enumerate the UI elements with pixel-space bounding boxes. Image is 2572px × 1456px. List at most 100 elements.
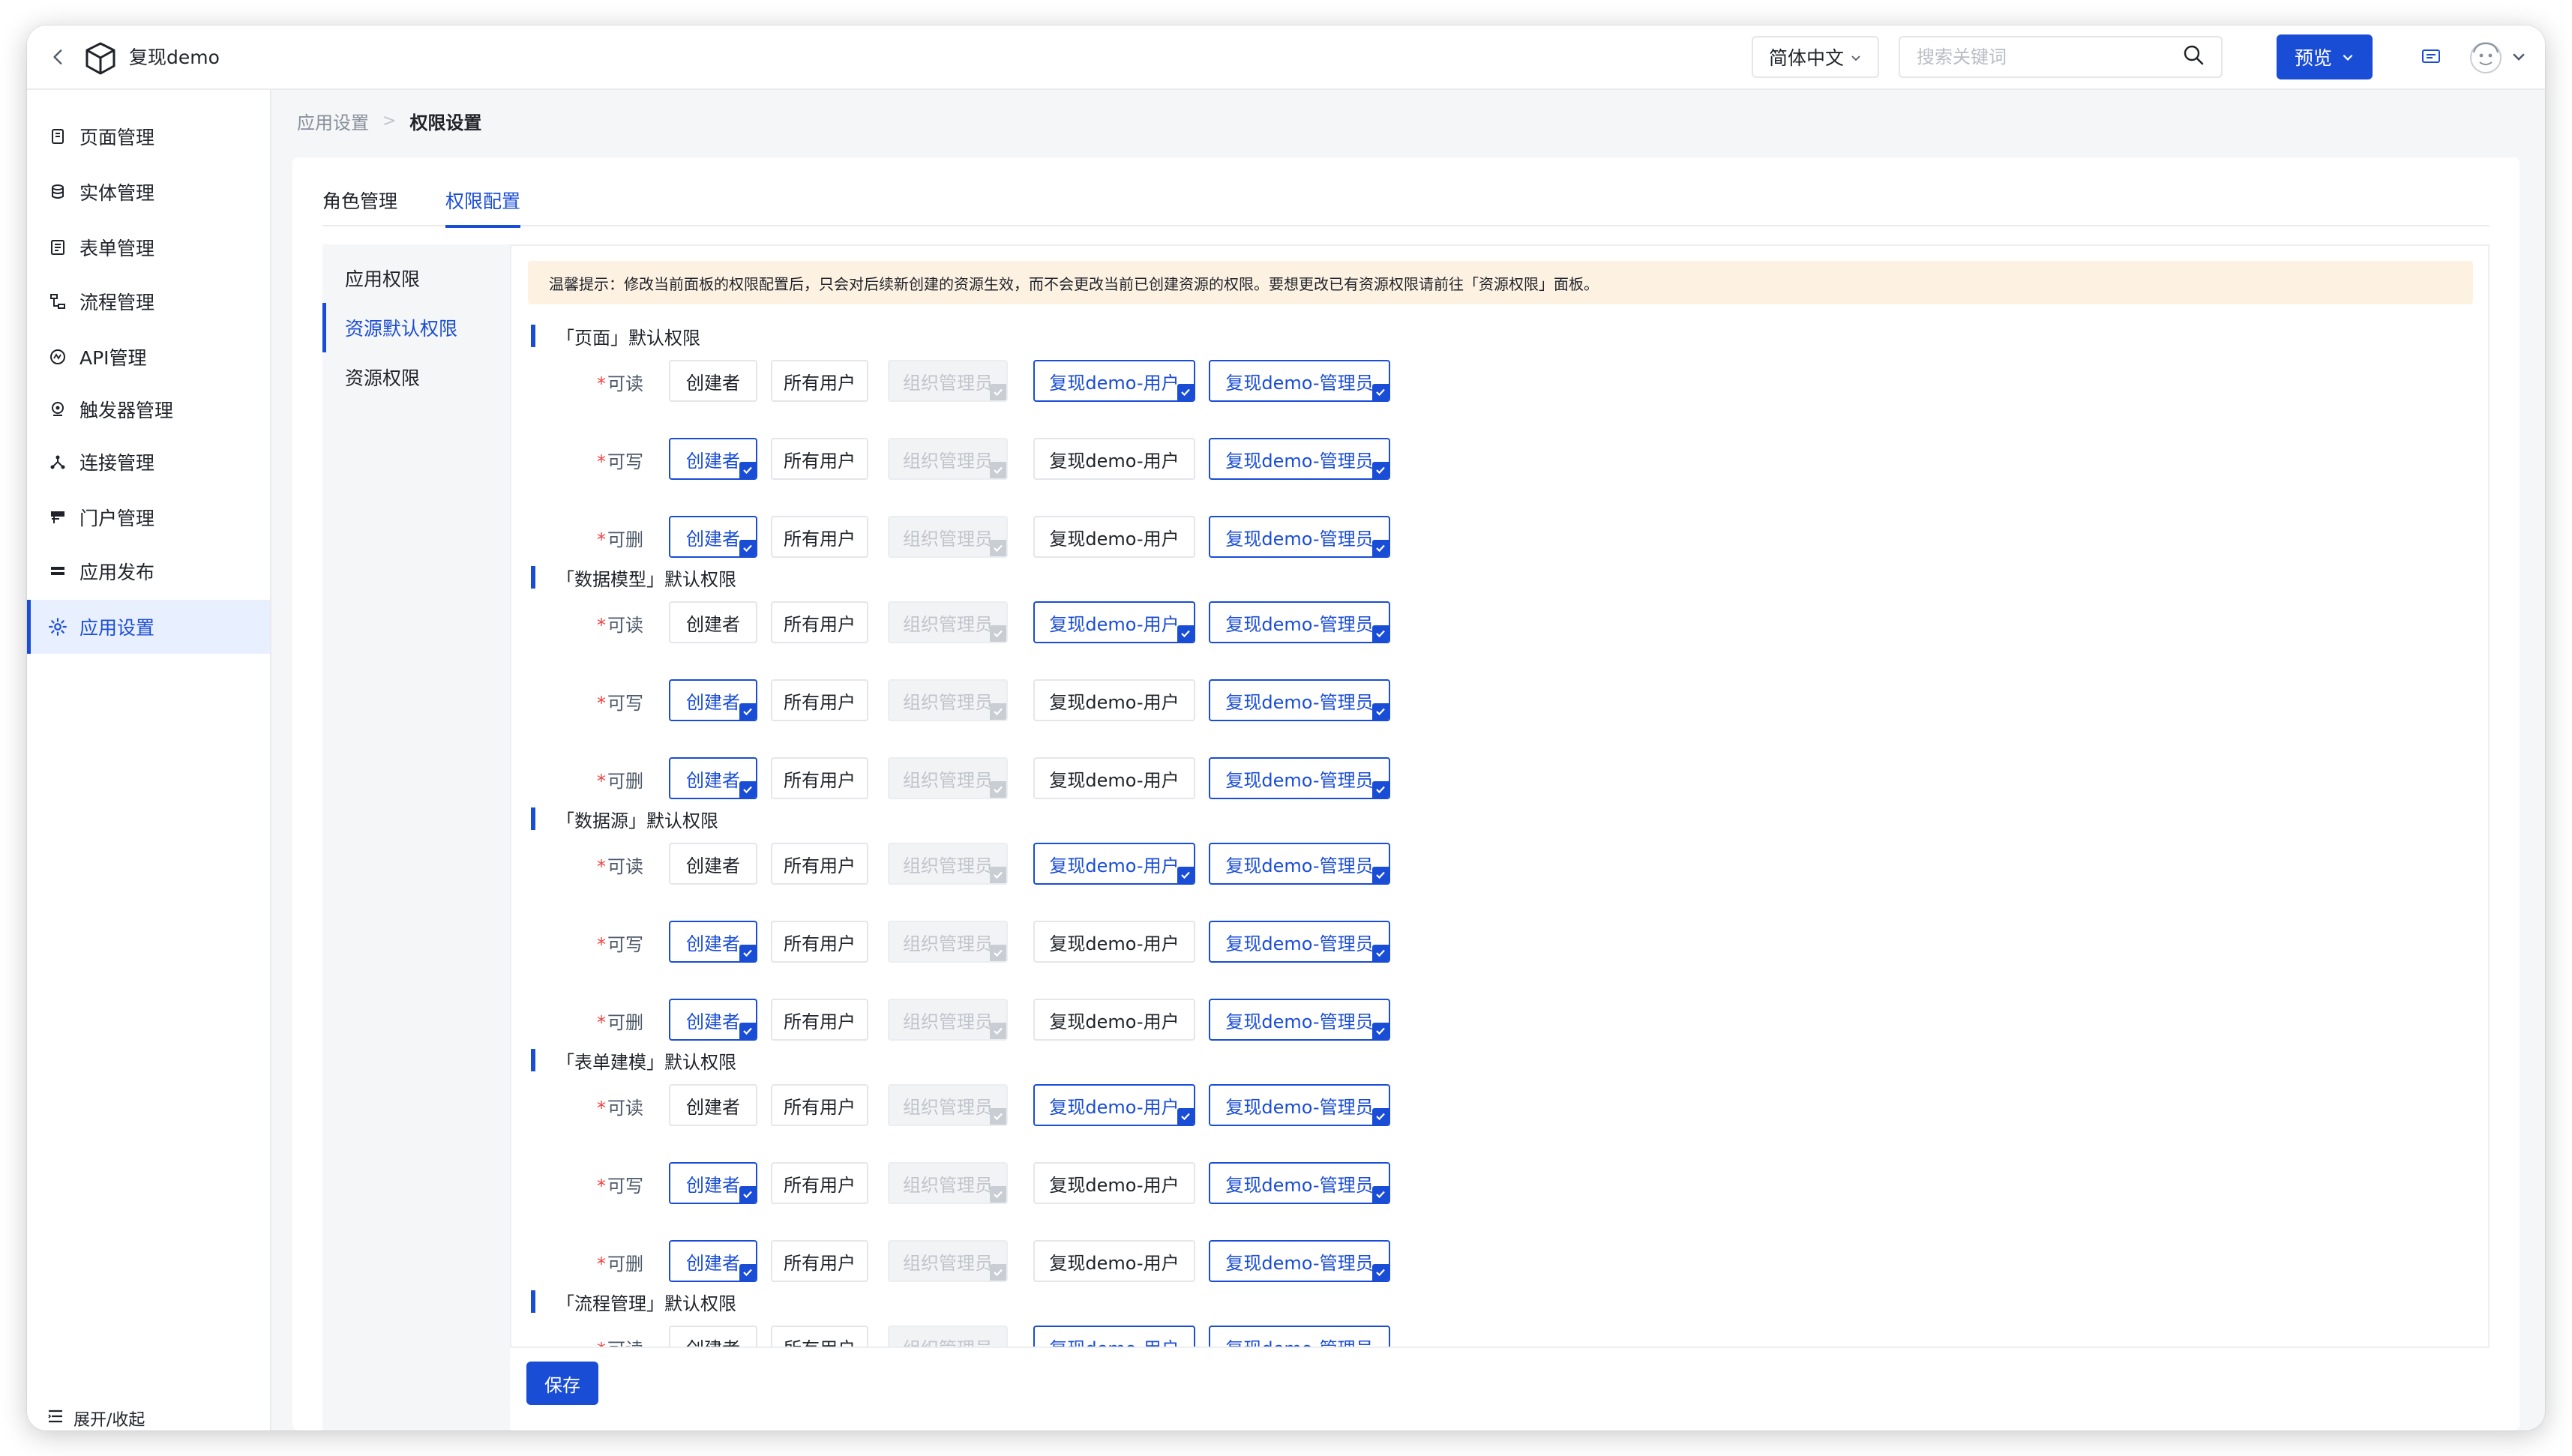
role-option-checkbox[interactable]: 复现demo-用户 [1033,757,1195,799]
role-option-checkbox[interactable]: 复现demo-用户 [1033,1162,1195,1204]
role-option-checkbox[interactable]: 复现demo-管理员 [1209,438,1390,480]
role-option-checkbox[interactable]: 创建者 [669,1084,757,1126]
role-option-checkbox[interactable]: 所有用户 [771,516,868,558]
check-icon [1372,945,1389,961]
avatar[interactable] [2467,39,2505,76]
subnav-app-permissions[interactable]: 应用权限 [322,253,510,303]
check-icon [1177,1108,1194,1125]
role-option-checkbox[interactable]: 复现demo-用户 [1033,679,1195,721]
sidebar-item-connections[interactable]: 连接管理 [27,435,270,489]
search-input[interactable] [1917,46,2182,67]
sidebar-item-publish[interactable]: 应用发布 [27,544,270,598]
role-option-checkbox[interactable]: 所有用户 [771,438,868,480]
role-option-checkbox[interactable]: 创建者 [669,360,757,402]
subnav-resource-permissions[interactable]: 资源权限 [322,352,510,402]
role-option-checkbox[interactable]: 所有用户 [771,1084,868,1126]
language-value: 简体中文 [1768,47,1844,69]
check-icon [739,462,756,478]
role-option-checkbox[interactable]: 复现demo-管理员 [1209,921,1390,963]
language-select[interactable]: 简体中文 [1752,36,1879,78]
role-option-checkbox[interactable]: 复现demo-用户 [1033,999,1195,1041]
role-option-checkbox[interactable]: 复现demo-用户 [1033,601,1195,643]
role-option-checkbox[interactable]: 创建者 [669,1162,757,1204]
role-option-checkbox[interactable]: 复现demo-用户 [1033,438,1195,480]
sidebar-item-entities[interactable]: 实体管理 [27,165,270,219]
sidebar-item-portal[interactable]: 门户管理 [27,490,270,544]
role-option-checkbox[interactable]: 所有用户 [771,679,868,721]
role-option-checkbox[interactable]: 创建者 [669,1240,757,1282]
section-title-text: 「数据模型」默认权限 [556,568,736,590]
role-option-checkbox[interactable]: 所有用户 [771,1240,868,1282]
sidebar-item-api[interactable]: API管理 [27,330,270,384]
role-option-checkbox[interactable]: 复现demo-用户 [1033,360,1195,402]
role-option-checkbox[interactable]: 复现demo-管理员 [1209,679,1390,721]
role-option-checkbox[interactable]: 所有用户 [771,999,868,1041]
sidebar-item-pages[interactable]: 页面管理 [27,109,270,163]
role-option-checkbox[interactable]: 复现demo-用户 [1033,1084,1195,1126]
message-icon[interactable] [2416,42,2446,72]
role-option-checkbox[interactable]: 创建者 [669,843,757,885]
role-option-checkbox[interactable]: 创建者 [669,921,757,963]
permission-label: *可读 [576,369,643,395]
role-option-label: 复现demo-管理员 [1225,1174,1374,1196]
top-bar: 复现demo 简体中文 预览 [27,25,2545,90]
permission-label-text: 可读 [607,856,643,877]
role-option-checkbox[interactable]: 复现demo-管理员 [1209,1240,1390,1282]
sidebar-item-label: 应用发布 [79,562,155,583]
role-option-checkbox[interactable]: 复现demo-用户 [1033,1326,1195,1347]
role-option-checkbox[interactable]: 创建者 [669,516,757,558]
permission-label-text: 可写 [607,693,643,714]
sidebar-item-triggers[interactable]: 触发器管理 [27,382,270,436]
tab-permission-config[interactable]: 权限配置 [445,189,521,228]
publish-icon [46,560,69,583]
role-option-checkbox[interactable]: 复现demo-管理员 [1209,360,1390,402]
sidebar-item-flows[interactable]: 流程管理 [27,274,270,328]
search-icon[interactable] [2182,43,2205,70]
role-option-label: 复现demo-用户 [1049,769,1180,791]
role-option-checkbox[interactable]: 所有用户 [771,843,868,885]
preview-button[interactable]: 预览 [2277,34,2373,79]
role-option-checkbox[interactable]: 所有用户 [771,601,868,643]
role-option-checkbox: 组织管理员 [888,921,1008,963]
role-option-checkbox[interactable]: 创建者 [669,1326,757,1347]
role-option-checkbox[interactable]: 创建者 [669,757,757,799]
role-option-checkbox: 组织管理员 [888,1084,1008,1126]
role-option-checkbox[interactable]: 复现demo-管理员 [1209,999,1390,1041]
role-option-checkbox[interactable]: 创建者 [669,438,757,480]
section-title-text: 「页面」默认权限 [556,327,700,349]
sidebar-item-app-settings[interactable]: 应用设置 [27,600,270,654]
sidebar-item-forms[interactable]: 表单管理 [27,220,270,274]
role-option-checkbox[interactable]: 创建者 [669,601,757,643]
chevron-down-icon[interactable] [2511,48,2530,67]
role-option-checkbox[interactable]: 所有用户 [771,757,868,799]
role-option-checkbox: 组织管理员 [888,1326,1008,1347]
role-option-checkbox[interactable]: 创建者 [669,999,757,1041]
role-option-checkbox[interactable]: 所有用户 [771,1326,868,1347]
role-option-checkbox[interactable]: 创建者 [669,679,757,721]
role-option-checkbox[interactable]: 复现demo-管理员 [1209,1326,1390,1347]
role-option-checkbox[interactable]: 复现demo-管理员 [1209,1084,1390,1126]
permission-label-text: 可删 [607,771,643,792]
role-option-checkbox[interactable]: 所有用户 [771,921,868,963]
role-option-checkbox[interactable]: 所有用户 [771,360,868,402]
app-window: 复现demo 简体中文 预览 [27,25,2545,1431]
save-button[interactable]: 保存 [526,1362,598,1405]
tab-role-management[interactable]: 角色管理 [322,189,397,214]
role-option-checkbox[interactable]: 复现demo-用户 [1033,516,1195,558]
role-option-checkbox[interactable]: 复现demo-用户 [1033,1240,1195,1282]
back-arrow-icon[interactable] [43,42,73,72]
role-option-checkbox[interactable]: 复现demo-管理员 [1209,843,1390,885]
collapse-toggle[interactable]: 展开/收起 [46,1407,145,1431]
role-option-checkbox[interactable]: 复现demo-管理员 [1209,1162,1390,1204]
required-mark: * [597,693,606,714]
role-option-checkbox[interactable]: 复现demo-管理员 [1209,757,1390,799]
role-option-label: 复现demo-管理员 [1225,613,1374,635]
role-option-checkbox[interactable]: 所有用户 [771,1162,868,1204]
role-option-checkbox[interactable]: 复现demo-管理员 [1209,601,1390,643]
breadcrumb-item[interactable]: 应用设置 [297,108,369,134]
section-title: 「数据源」默认权限 [531,807,718,831]
role-option-checkbox[interactable]: 复现demo-管理员 [1209,516,1390,558]
subnav-default-resource-permissions[interactable]: 资源默认权限 [322,303,510,352]
role-option-checkbox[interactable]: 复现demo-用户 [1033,843,1195,885]
role-option-checkbox[interactable]: 复现demo-用户 [1033,921,1195,963]
